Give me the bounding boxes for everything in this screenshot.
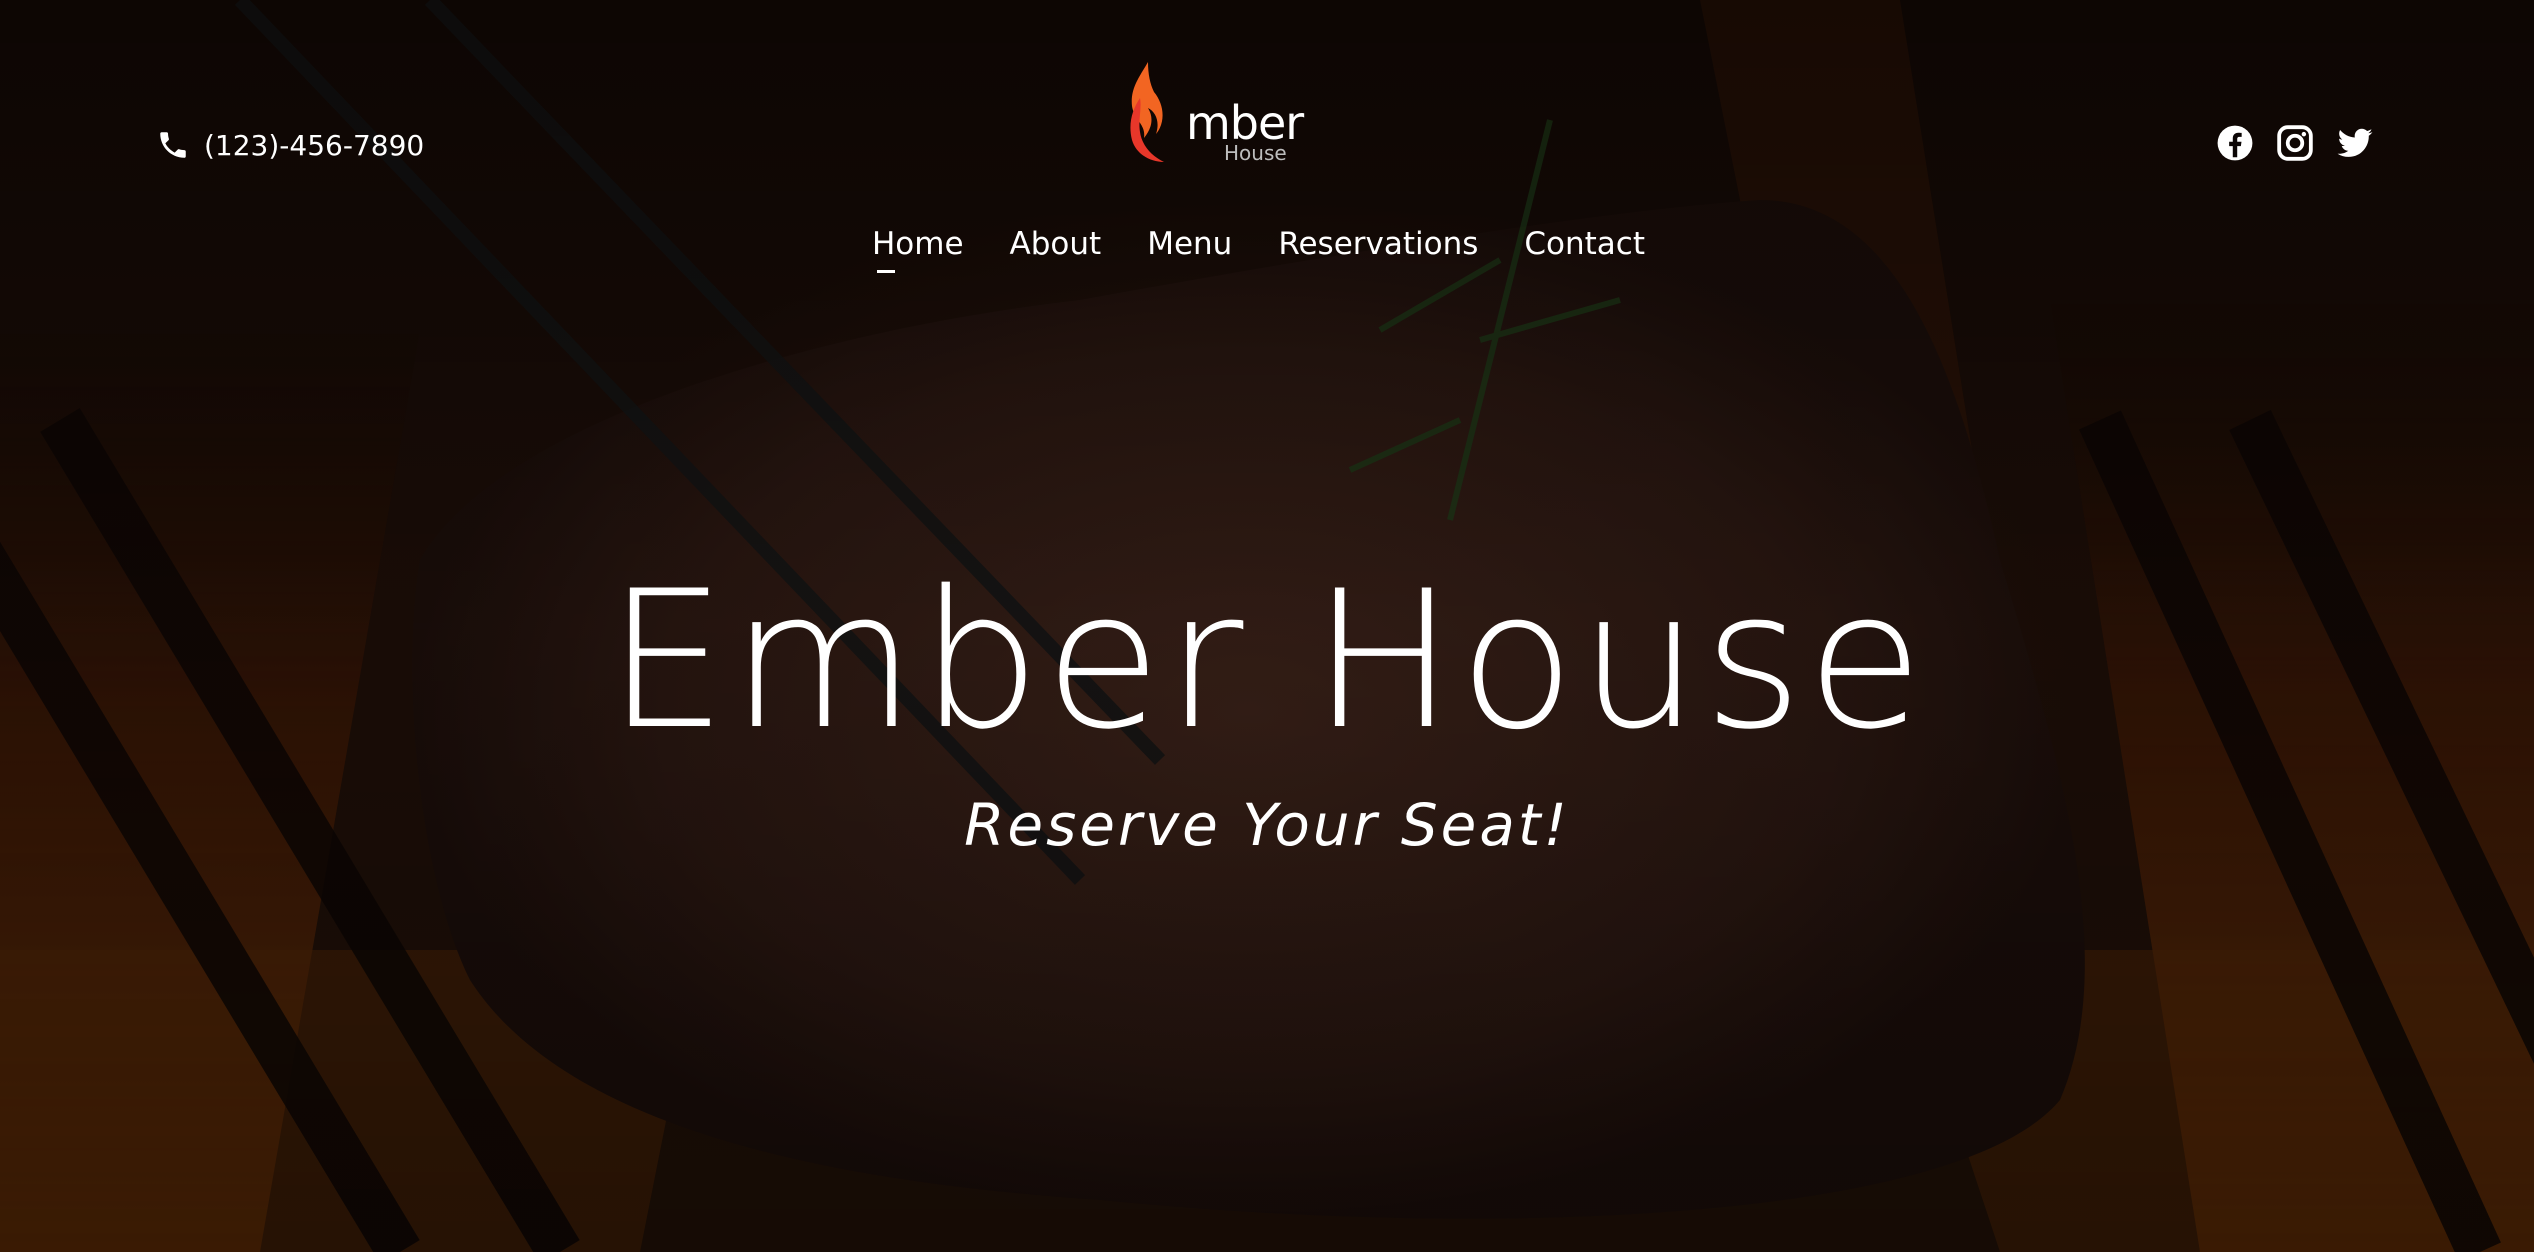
phone-icon [156, 128, 190, 162]
phone-contact[interactable]: (123)-456-7890 [156, 128, 424, 162]
phone-number: (123)-456-7890 [204, 128, 425, 162]
nav-item-reservations[interactable]: Reservations [1278, 224, 1478, 264]
hero-section: (123)-456-7890 mber House Home About Men… [0, 0, 2534, 1252]
facebook-icon[interactable] [2216, 124, 2254, 162]
hero-title: Ember House [606, 550, 1928, 771]
twitter-icon[interactable] [2336, 124, 2374, 162]
site-logo[interactable]: mber House [1126, 58, 1316, 168]
social-links [2216, 124, 2374, 162]
nav-item-contact[interactable]: Contact [1524, 224, 1645, 264]
main-nav: Home About Menu Reservations Contact [872, 224, 1645, 273]
nav-item-menu[interactable]: Menu [1147, 224, 1232, 264]
instagram-icon[interactable] [2276, 124, 2314, 162]
nav-item-home[interactable]: Home [872, 224, 964, 273]
hero-subtitle: Reserve Your Seat! [964, 791, 1570, 859]
logo-subtext: House [1224, 141, 1287, 165]
nav-item-about[interactable]: About [1010, 224, 1102, 264]
flame-icon [1130, 62, 1164, 162]
